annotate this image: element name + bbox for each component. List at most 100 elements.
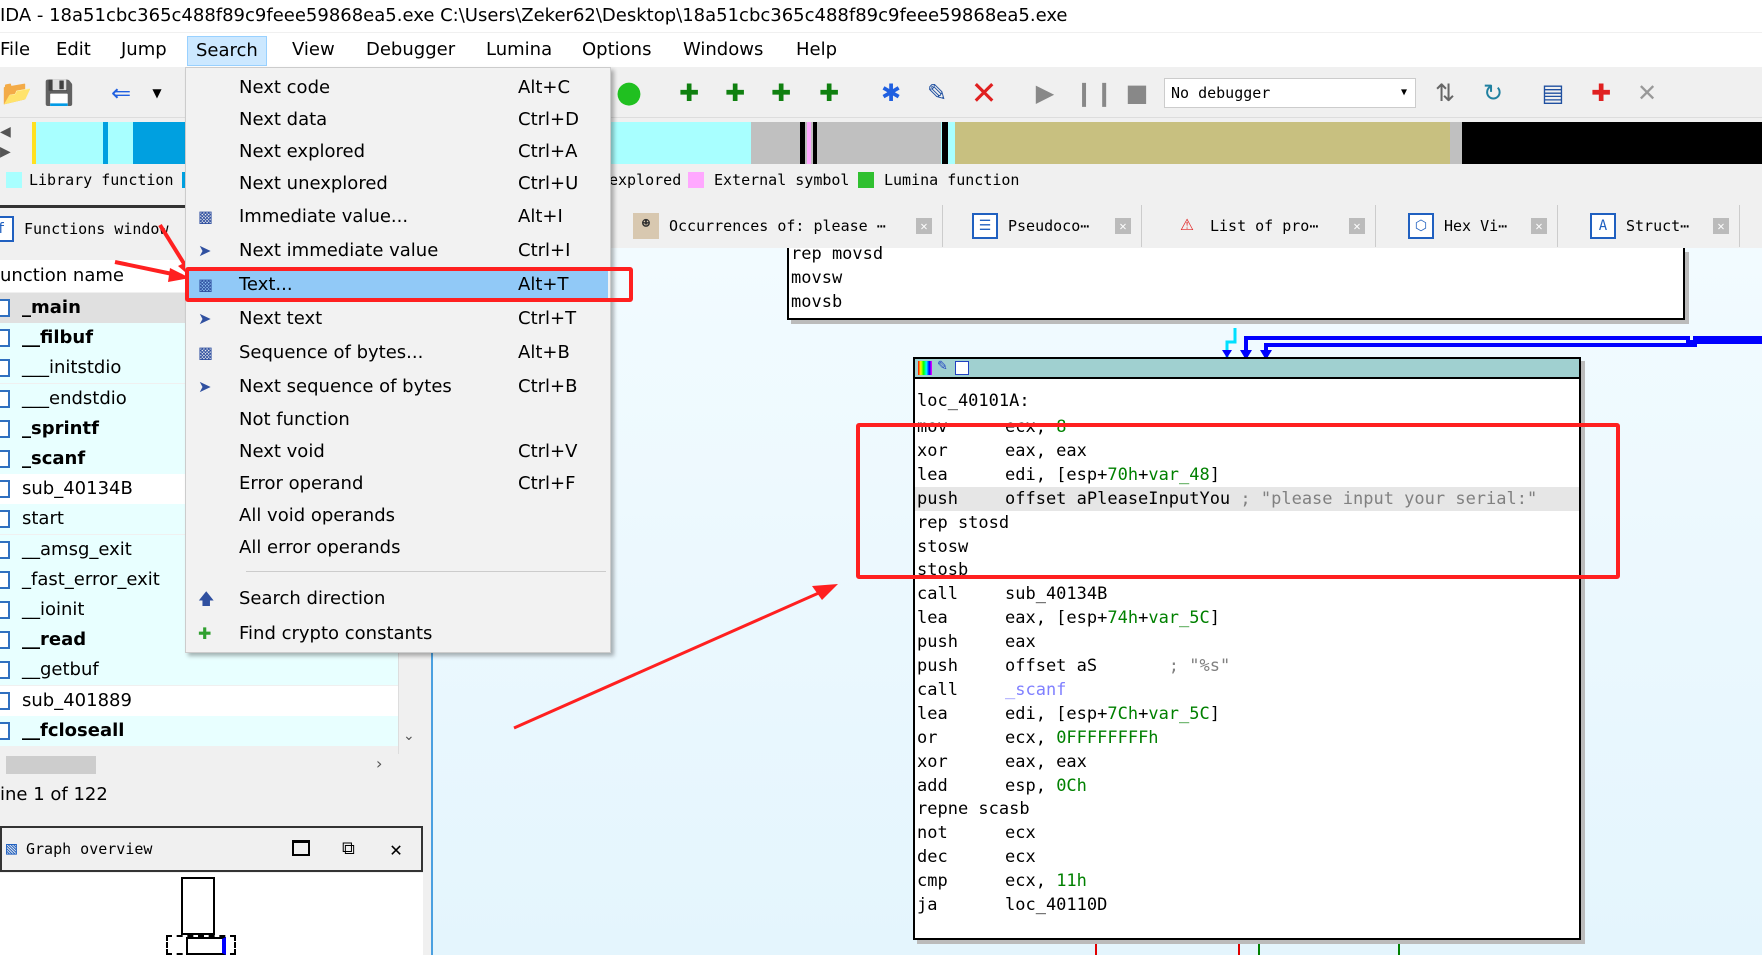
debugger-select[interactable]: No debugger ▼ [1164, 78, 1416, 108]
menu-item-all-error-operands[interactable]: All error operands [188, 532, 608, 564]
menu-debugger[interactable]: Debugger [358, 36, 463, 66]
code-line[interactable]: push offset aS ; "%s" [915, 654, 1579, 678]
menu-item-next-code[interactable]: Next code Alt+C [188, 72, 608, 104]
edit-icon[interactable]: ✎ [937, 359, 948, 374]
scrollbar-thumb[interactable] [6, 756, 96, 774]
create-data-icon[interactable]: ✚ [718, 76, 752, 110]
horizontal-scrollbar[interactable]: › [0, 754, 422, 776]
stop-icon[interactable]: ■ [1120, 76, 1154, 110]
code-line[interactable]: call sub_40134B [915, 582, 1579, 606]
highlight-box-menu [185, 267, 633, 302]
nav-arrows-icon[interactable]: ◀ ▶ [0, 122, 32, 164]
function-name: __amsg_exit [22, 538, 132, 560]
code-line[interactable]: ja loc_40110D [915, 893, 1579, 917]
asterisk-icon[interactable]: ✱ [874, 76, 908, 110]
code-line[interactable]: lea eax, [esp+74h+var_5C] [915, 606, 1579, 630]
search-menu-dropdown: Next code Alt+C Next data Ctrl+D Next explor… [185, 67, 611, 653]
color-icon[interactable] [918, 361, 932, 375]
code-line[interactable]: push eax [915, 630, 1579, 654]
title-bar: IDA - 18a51cbc365c488f89c9feee59868ea5.e… [0, 0, 1762, 32]
tab-occurrences[interactable]: ☻ Occurrences of: please ⋯ ✕ [625, 205, 943, 247]
code-line[interactable]: call _scanf [915, 678, 1579, 702]
close-icon[interactable]: ✕ [1115, 218, 1131, 234]
code-line[interactable]: not ecx [915, 821, 1579, 845]
menu-item-immediate-value[interactable]: ▩ Immediate value... Alt+I [188, 201, 608, 233]
tab-hexview[interactable]: ⬡ Hex Vi⋯ ✕ [1400, 205, 1558, 247]
menu-item-next-data[interactable]: Next data Ctrl+D [188, 104, 608, 136]
function-row[interactable]: __getbuf [0, 655, 398, 686]
back-arrow-icon[interactable]: ⇐ [104, 76, 138, 110]
remove-breakpoint-icon[interactable]: ✕ [1630, 76, 1664, 110]
breakpoint-list-icon[interactable]: ▤ [1536, 76, 1570, 110]
tab-pseudocode[interactable]: ☰ Pseudoco⋯ ✕ [964, 205, 1142, 247]
tab-structures[interactable]: A Struct⋯ ✕ [1582, 205, 1740, 247]
menu-file[interactable]: File [0, 36, 38, 66]
function-name: sub_401889 [22, 689, 132, 711]
menu-item-next-immediate-value[interactable]: ➤ Next immediate value Ctrl+I [188, 235, 608, 267]
menu-view[interactable]: View [284, 36, 343, 66]
code-label[interactable]: loc_40101A: [917, 389, 1581, 413]
menu-options[interactable]: Options [574, 36, 659, 66]
play-icon[interactable]: ▶ [1028, 76, 1062, 110]
code-line[interactable]: add esp, 0Ch [915, 774, 1579, 798]
menu-jump[interactable]: Jump [113, 36, 175, 66]
function-row[interactable]: sub_401889 [0, 685, 398, 716]
chevron-down-icon[interactable]: ⌄ [403, 728, 415, 744]
code-line[interactable]: dec ecx [915, 845, 1579, 869]
open-folder-icon[interactable]: 📂 [0, 76, 34, 110]
graph-view[interactable]: rep movsd movsw movsb ✎ loc_40101A: mov ecx,… [433, 244, 1762, 955]
code-line[interactable]: xor eax, eax [915, 750, 1579, 774]
menu-item-find-crypto-constants[interactable]: ✚ Find crypto constants [188, 618, 608, 650]
menu-item-sequence-of-bytes[interactable]: ▩ Sequence of bytes... Alt+B [188, 337, 608, 369]
menu-lumina[interactable]: Lumina [478, 36, 560, 66]
chevron-down-icon[interactable]: ▼ [140, 76, 174, 110]
close-icon[interactable]: ✕ [1531, 218, 1547, 234]
close-red-icon[interactable]: ✕ [967, 76, 1001, 110]
code-line[interactable]: cmp ecx, 11h [915, 869, 1579, 893]
operand-part: 7Ch [1107, 703, 1139, 724]
menu-windows[interactable]: Windows [675, 36, 771, 66]
code-line[interactable]: repne scasb [915, 797, 1579, 821]
code-line[interactable]: or ecx, 0FFFFFFFFh [915, 726, 1579, 750]
attach-icon[interactable]: ⇅ [1428, 76, 1462, 110]
menu-item-next-explored[interactable]: Next explored Ctrl+A [188, 136, 608, 168]
code-line[interactable]: lea edi, [esp+7Ch+var_5C] [915, 702, 1579, 726]
close-icon[interactable]: ✕ [390, 828, 402, 870]
restore-icon[interactable]: ⧉ [342, 828, 355, 870]
refresh-icon[interactable]: ↻ [1476, 76, 1510, 110]
close-icon[interactable]: ✕ [1349, 218, 1365, 234]
menu-item-next-text[interactable]: ➤ Next text Ctrl+T [188, 303, 608, 335]
list-icon[interactable] [955, 361, 969, 375]
edit-icon[interactable]: ✎ [920, 76, 954, 110]
menu-edit[interactable]: Edit [48, 36, 99, 66]
pause-icon[interactable]: ❙❙ [1074, 76, 1114, 110]
chevron-right-icon[interactable]: › [376, 754, 382, 773]
menu-item-next-void[interactable]: Next void Ctrl+V [188, 436, 608, 468]
create-string-icon[interactable]: ✚ [764, 76, 798, 110]
tab-problems[interactable]: ⚠ List of pro⋯ ✕ [1166, 205, 1376, 247]
close-icon[interactable]: ✕ [1713, 218, 1729, 234]
menu-help[interactable]: Help [788, 36, 845, 66]
add-breakpoint-icon[interactable]: ✚ [1584, 76, 1618, 110]
menu-item-all-void-operands[interactable]: All void operands [188, 500, 608, 532]
create-code-icon[interactable]: ✚ [672, 76, 706, 110]
graph-overview-canvas[interactable] [0, 873, 423, 955]
menu-search[interactable]: Search [187, 36, 267, 66]
create-struct-icon[interactable]: ✚ [812, 76, 846, 110]
menu-item-label: Next unexplored [239, 173, 388, 194]
menu-item-label: All error operands [239, 537, 401, 558]
menu-item-not-function[interactable]: Not function [188, 404, 608, 436]
menu-item-error-operand[interactable]: Error operand Ctrl+F [188, 468, 608, 500]
legend-unexplored: explored [609, 171, 682, 189]
function-row[interactable]: __fcloseall [0, 715, 398, 746]
menu-item-search-direction[interactable]: 🡅 Search direction [188, 583, 608, 615]
operand-part: + [1138, 703, 1149, 724]
menu-item-next-unexplored[interactable]: Next unexplored Ctrl+U [188, 168, 608, 200]
function-icon [0, 450, 10, 468]
maximize-icon[interactable] [292, 840, 310, 856]
tab-functions[interactable]: f Functions window [0, 205, 187, 247]
run-green-icon[interactable]: ● [612, 76, 646, 110]
menu-item-next-sequence-of-bytes[interactable]: ➤ Next sequence of bytes Ctrl+B [188, 371, 608, 403]
close-icon[interactable]: ✕ [916, 218, 932, 234]
save-icon[interactable]: 💾 [42, 76, 76, 110]
